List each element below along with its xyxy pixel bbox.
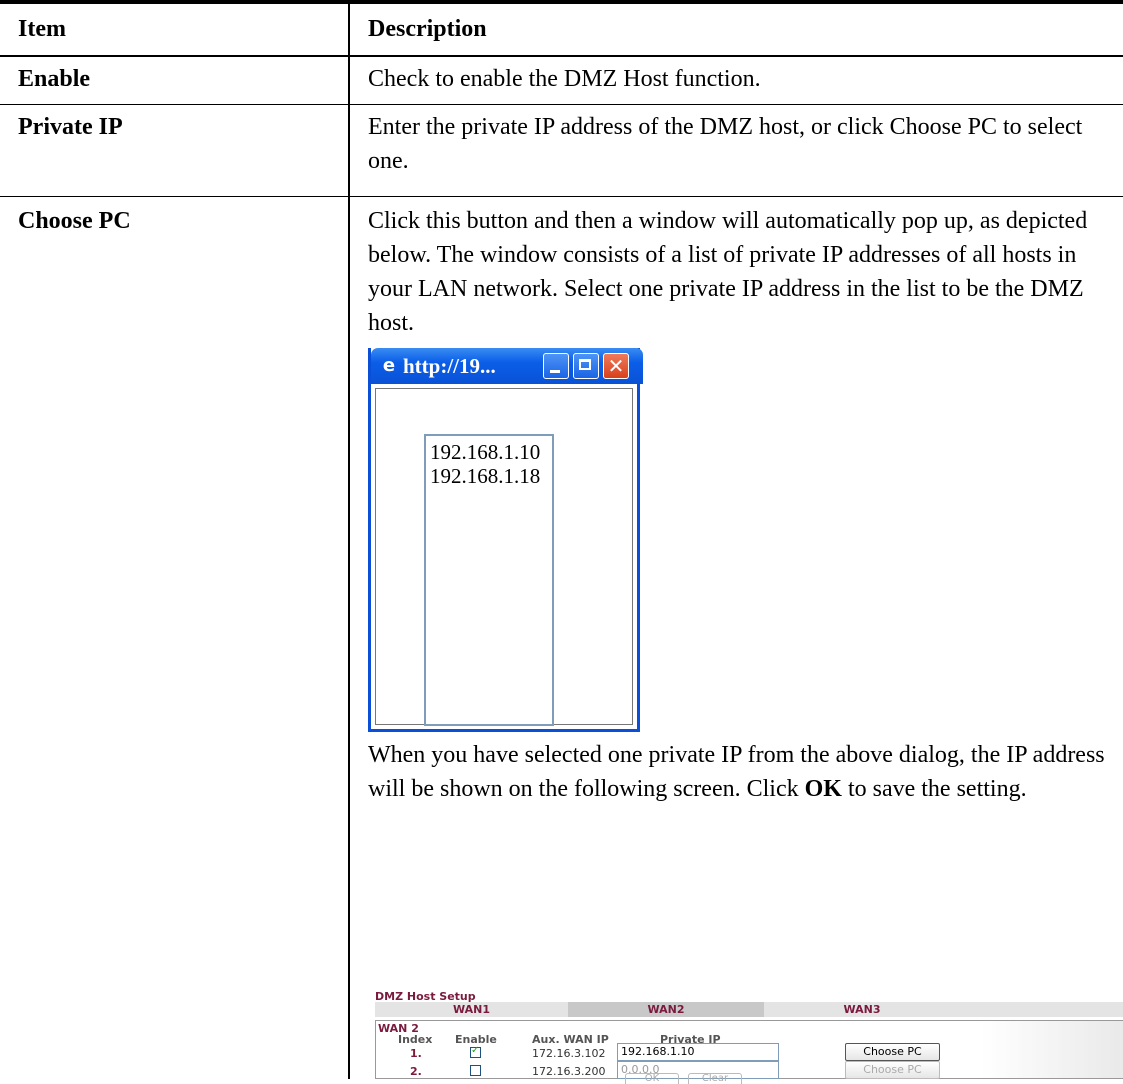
row-desc-choose-pc: Click this button and then a window will…	[368, 208, 1088, 336]
popup-titlebar: e http://19... ✕	[371, 348, 643, 384]
checkmark-icon: ✓	[471, 1045, 480, 1056]
close-icon: ✕	[607, 354, 625, 378]
row-index: 2.	[410, 1065, 422, 1078]
row-desc-choose-pc-followup: When you have selected one private IP fr…	[368, 738, 1113, 806]
ip-listbox[interactable]: 192.168.1.10 192.168.1.18	[424, 434, 554, 726]
row-divider	[0, 196, 1123, 197]
column-divider	[348, 0, 350, 1079]
row-divider	[0, 104, 1123, 105]
table-top-rule	[0, 0, 1123, 4]
row-label-private-ip: Private IP	[18, 114, 123, 140]
row-index: 1.	[410, 1047, 422, 1060]
ie-icon: e	[382, 355, 396, 376]
popup-title: http://19...	[403, 354, 496, 378]
enable-checkbox[interactable]: ✓	[470, 1045, 481, 1058]
choose-pc-button[interactable]: Choose PC	[845, 1043, 940, 1061]
private-ip-field[interactable]: 192.168.1.10	[617, 1043, 779, 1061]
tab-wan2[interactable]: WAN2	[568, 1003, 764, 1016]
list-item[interactable]: 192.168.1.10	[430, 440, 540, 465]
header-item: Item	[18, 16, 66, 42]
header-description: Description	[368, 16, 487, 42]
choose-pc-button[interactable]: Choose PC	[845, 1061, 940, 1079]
close-button[interactable]: ✕	[603, 353, 629, 379]
aux-wan-ip: 172.16.3.102	[532, 1047, 606, 1060]
tab-wan1[interactable]: WAN1	[375, 1003, 568, 1016]
row-desc-enable: Check to enable the DMZ Host function.	[368, 66, 761, 92]
followup-text-end: to save the setting.	[841, 776, 1027, 802]
row-label-enable: Enable	[18, 66, 91, 92]
tab-wan3[interactable]: WAN3	[764, 1003, 960, 1016]
aux-wan-ip: 172.16.3.200	[532, 1065, 606, 1078]
maximize-button[interactable]	[573, 353, 599, 379]
row-label-choose-pc: Choose PC	[18, 208, 131, 234]
ok-bold-text: OK	[804, 776, 842, 802]
column-aux-wan-ip: Aux. WAN IP	[532, 1033, 609, 1046]
table-header-rule	[0, 55, 1123, 57]
column-index: Index	[398, 1033, 433, 1046]
list-item[interactable]: 192.168.1.18	[430, 464, 540, 489]
enable-checkbox[interactable]	[470, 1065, 481, 1076]
description-table: Item Description Enable Check to enable …	[0, 0, 1123, 1084]
row-desc-private-ip: Enter the private IP address of the DMZ …	[368, 114, 1083, 174]
minimize-button[interactable]	[543, 353, 569, 379]
